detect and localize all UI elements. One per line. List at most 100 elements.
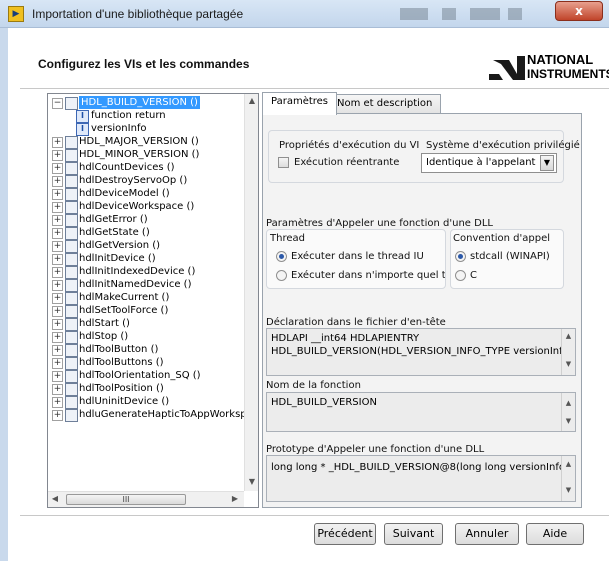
footer-divider xyxy=(20,515,609,516)
expand-icon[interactable]: + xyxy=(52,267,63,278)
tree-item[interactable]: + hdlToolPosition () xyxy=(48,382,268,396)
expand-icon[interactable]: + xyxy=(52,150,63,161)
thread-any-label: Exécuter dans n'importe quel threa xyxy=(291,270,445,281)
window-frame-edge xyxy=(0,28,8,561)
tab-parametres[interactable]: Paramètres xyxy=(262,92,338,115)
tree-item-label: HDL_MAJOR_VERSION () xyxy=(79,136,199,147)
expand-icon[interactable]: + xyxy=(52,384,63,395)
declaration-line-1: HDLAPI __int64 HDLAPIENTRY xyxy=(271,333,420,344)
previous-button[interactable]: Précédent xyxy=(314,523,376,545)
tree-item[interactable]: + HDL_MAJOR_VERSION () xyxy=(48,135,268,149)
tree-item[interactable]: + hdlDestroyServoOp () xyxy=(48,174,268,188)
function-name-scrollbar[interactable]: ▲ ▼ xyxy=(561,393,575,431)
expand-icon[interactable]: + xyxy=(52,358,63,369)
tree-item[interactable]: + hdlUninitDevice () xyxy=(48,395,268,409)
vi-icon xyxy=(65,409,78,422)
tree-item[interactable]: − HDL_BUILD_VERSION () xyxy=(48,96,268,110)
prototype-textbox[interactable]: long long * _HDL_BUILD_VERSION@8(long lo… xyxy=(266,455,576,502)
tree-item-label: hdlGetError () xyxy=(79,214,148,225)
tree-item-label: hdlCountDevices () xyxy=(79,162,175,173)
cancel-button[interactable]: Annuler xyxy=(455,523,519,545)
tree-item[interactable]: + HDL_MINOR_VERSION () xyxy=(48,148,268,162)
tab-nom-description[interactable]: Nom et description xyxy=(328,94,442,114)
expand-icon[interactable]: + xyxy=(52,241,63,252)
expand-icon[interactable]: + xyxy=(52,176,63,187)
tree-item[interactable]: IversionInfo xyxy=(48,122,268,136)
expand-icon[interactable]: + xyxy=(52,306,63,317)
tree-item[interactable]: + hdlToolOrientation_SQ () xyxy=(48,369,268,383)
tree-item-label: function return xyxy=(91,110,166,121)
expand-icon[interactable]: + xyxy=(52,215,63,226)
logo-line-1: NATIONAL xyxy=(527,52,594,67)
expand-icon[interactable]: + xyxy=(52,397,63,408)
expand-icon[interactable]: + xyxy=(52,319,63,330)
expand-icon[interactable]: + xyxy=(52,254,63,265)
tree-item-label: hdlGetVersion () xyxy=(79,240,161,251)
expand-icon[interactable]: + xyxy=(52,202,63,213)
stdcall-radio[interactable] xyxy=(455,251,466,262)
expand-icon[interactable]: + xyxy=(52,410,63,421)
close-button[interactable]: x xyxy=(555,1,603,21)
tree-item-label: hdlStop () xyxy=(79,331,129,342)
priv-system-select[interactable]: Identique à l'appelant xyxy=(421,153,557,173)
tree-item[interactable]: + hdlStop () xyxy=(48,330,268,344)
tree-item[interactable]: + hdlInitIndexedDevice () xyxy=(48,265,268,279)
function-name-textbox[interactable]: HDL_BUILD_VERSION xyxy=(266,392,576,432)
expand-icon[interactable]: + xyxy=(52,137,63,148)
expand-icon[interactable]: + xyxy=(52,189,63,200)
tree-item-label: hdluGenerateHapticToAppWorkspac xyxy=(79,409,259,420)
exec-props-label: Propriétés d'exécution du VI xyxy=(279,140,420,151)
dropdown-arrow-icon[interactable]: ▼ xyxy=(540,155,554,171)
expand-icon[interactable]: + xyxy=(52,163,63,174)
tree-item-label: hdlInitDevice () xyxy=(79,253,156,264)
c-convention-radio[interactable] xyxy=(455,270,466,281)
scroll-right-icon[interactable]: ▶ xyxy=(228,494,242,503)
horizontal-scroll-thumb[interactable]: III xyxy=(66,494,186,505)
reentrant-checkbox[interactable] xyxy=(278,157,289,168)
function-name-value: HDL_BUILD_VERSION xyxy=(271,397,377,408)
window-title: Importation d'une bibliothèque partagée xyxy=(32,7,244,21)
tree-item[interactable]: + hdlSetToolForce () xyxy=(48,304,268,318)
thread-ui-radio[interactable] xyxy=(276,251,287,262)
expand-icon[interactable]: + xyxy=(52,371,63,382)
tree-item[interactable]: + hdlGetState () xyxy=(48,226,268,240)
tree-item[interactable]: + hdlStart () xyxy=(48,317,268,331)
scroll-down-icon[interactable]: ▼ xyxy=(245,477,259,486)
tree-item[interactable]: + hdlGetError () xyxy=(48,213,268,227)
app-icon: ▶ xyxy=(8,6,24,22)
expand-icon[interactable]: + xyxy=(52,293,63,304)
scroll-up-icon[interactable]: ▲ xyxy=(245,96,259,105)
prototype-value: long long * _HDL_BUILD_VERSION@8(long lo… xyxy=(271,462,573,473)
tree-item[interactable]: + hdlGetVersion () xyxy=(48,239,268,253)
tree-item-label: HDL_MINOR_VERSION () xyxy=(79,149,200,160)
expand-icon[interactable]: + xyxy=(52,345,63,356)
tree-item[interactable]: + hdluGenerateHapticToAppWorkspac xyxy=(48,408,268,422)
tree-item[interactable]: + hdlToolButton () xyxy=(48,343,268,357)
thread-any-radio[interactable] xyxy=(276,270,287,281)
expand-icon[interactable]: + xyxy=(52,228,63,239)
function-tree[interactable]: − HDL_BUILD_VERSION () Ifunction return Ive… xyxy=(47,93,259,508)
expand-icon[interactable]: + xyxy=(52,332,63,343)
tree-item[interactable]: + hdlToolButtons () xyxy=(48,356,268,370)
scroll-left-icon[interactable]: ◀ xyxy=(48,494,62,503)
tree-item[interactable]: + hdlDeviceModel () xyxy=(48,187,268,201)
declaration-label: Déclaration dans le fichier d'en-tête xyxy=(266,317,446,328)
thread-ui-label: Exécuter dans le thread IU xyxy=(291,251,424,262)
ni-logo: NATIONAL INSTRUMENTS xyxy=(487,50,609,86)
obscured-title-area xyxy=(400,8,540,20)
collapse-icon[interactable]: − xyxy=(52,98,63,109)
help-button[interactable]: Aide xyxy=(526,523,584,545)
prototype-scrollbar[interactable]: ▲ ▼ xyxy=(561,456,575,501)
declaration-textbox[interactable]: HDLAPI __int64 HDLAPIENTRY HDL_BUILD_VER… xyxy=(266,328,576,376)
declaration-scrollbar[interactable]: ▲ ▼ xyxy=(561,329,575,375)
tree-item[interactable]: + hdlInitDevice () xyxy=(48,252,268,266)
tree-item[interactable]: + hdlMakeCurrent () xyxy=(48,291,268,305)
tree-item[interactable]: + hdlCountDevices () xyxy=(48,161,268,175)
tree-item[interactable]: + hdlDeviceWorkspace () xyxy=(48,200,268,214)
tree-item[interactable]: + hdlInitNamedDevice () xyxy=(48,278,268,292)
expand-icon[interactable]: + xyxy=(52,280,63,291)
tree-vertical-scrollbar[interactable]: ▲ ▼ xyxy=(244,94,258,491)
tree-item-label: hdlInitIndexedDevice () xyxy=(79,266,196,277)
next-button[interactable]: Suivant xyxy=(384,523,443,545)
tree-item[interactable]: Ifunction return xyxy=(48,109,268,123)
